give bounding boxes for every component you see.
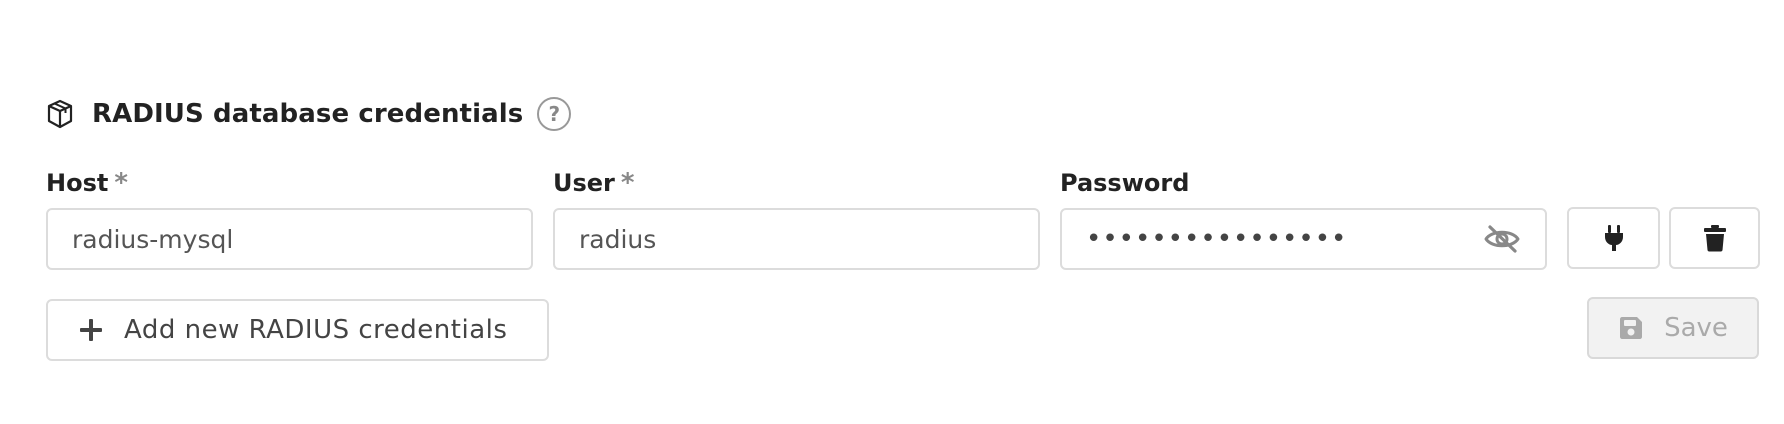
user-label-text: User	[553, 169, 615, 197]
delete-button[interactable]	[1669, 207, 1760, 269]
add-credentials-button[interactable]: Add new RADIUS credentials	[46, 299, 549, 361]
section-header: RADIUS database credentials ?	[46, 94, 572, 134]
floppy-disk-icon	[1618, 315, 1644, 341]
password-label: Password	[1060, 167, 1547, 199]
host-field: Host *	[46, 167, 533, 270]
user-field: User *	[553, 167, 1040, 270]
trash-icon	[1703, 224, 1727, 252]
password-field: Password	[1060, 167, 1547, 270]
required-mark: *	[114, 168, 128, 198]
host-label: Host *	[46, 167, 533, 199]
help-icon[interactable]: ?	[537, 97, 572, 131]
required-mark: *	[620, 168, 635, 198]
host-input-box	[46, 208, 533, 270]
password-input-box	[1060, 208, 1547, 270]
user-label: User *	[553, 167, 1040, 199]
section-title: RADIUS database credentials	[92, 99, 524, 129]
save-label: Save	[1664, 313, 1728, 343]
eye-slash-icon[interactable]	[1483, 224, 1521, 254]
save-button[interactable]: Save	[1587, 297, 1759, 359]
database-box-icon	[46, 99, 74, 129]
password-label-text: Password	[1060, 169, 1190, 197]
add-credentials-label: Add new RADIUS credentials	[124, 315, 508, 345]
host-input[interactable]	[72, 224, 507, 254]
host-label-text: Host	[46, 169, 109, 197]
user-input[interactable]	[579, 224, 1014, 254]
password-input[interactable]	[1086, 224, 1483, 254]
user-input-box	[553, 208, 1040, 270]
test-connection-button[interactable]	[1567, 207, 1660, 269]
plug-icon	[1603, 223, 1625, 253]
plus-icon	[78, 317, 104, 343]
